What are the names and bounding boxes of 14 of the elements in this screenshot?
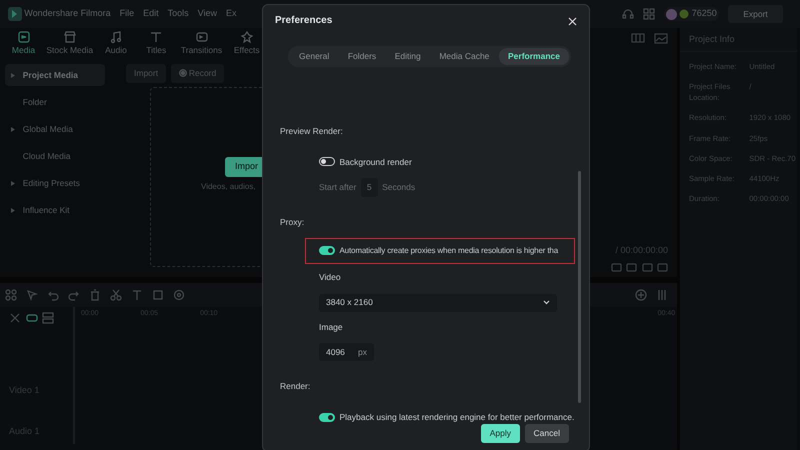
toggle-label: Background render — [340, 156, 412, 168]
field-label: Video — [319, 270, 342, 284]
section-heading: Preview Render: — [280, 124, 344, 138]
section-heading: Render: — [280, 380, 312, 393]
field-label: Start after — [319, 181, 356, 194]
toggle-label: Playback using latest rendering engine for better performance. — [340, 411, 574, 424]
field-label: Image — [319, 320, 344, 334]
drop-hint: Videos, audios, — [201, 181, 256, 193]
section-heading: Proxy: — [280, 216, 306, 229]
toggle-label: Automatically create proxies when media resolution is higher tha — [340, 244, 558, 257]
app-title: Wondershare Filmora — [24, 7, 111, 20]
unit-label: Seconds — [382, 181, 416, 194]
dialog-title: Preferences — [275, 14, 332, 28]
credit-count: 76250 — [692, 7, 717, 20]
